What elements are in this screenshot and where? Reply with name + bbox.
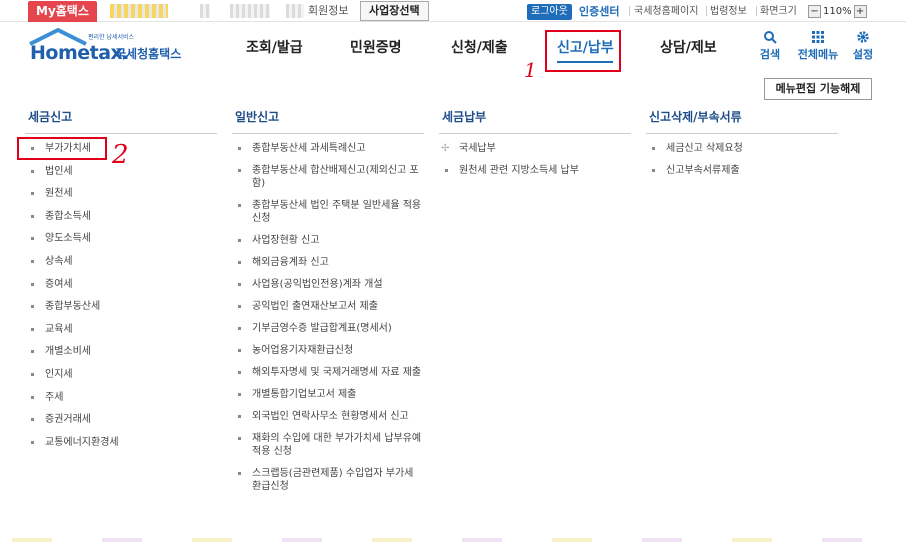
gnb-consult-report[interactable]: 상담/제보 [660,39,717,57]
column-title: 세금납부 [439,110,631,134]
list-item[interactable]: 사업용(공익법인전용)계좌 개설 [232,278,424,291]
menu-item-report-delete-request[interactable]: 세금신고 삭제요청 [646,142,838,155]
menu-item-property-tax[interactable]: 종합부동산세 [25,300,217,323]
list-item[interactable]: 해외투자명세 및 국제거래명세 자료 제출 [232,366,424,379]
menu-edit-toggle-button[interactable]: 메뉴편집 기능해제 [764,78,872,100]
menu-column-general-report: 일반신고 종합부동산세 과세특례신고 종합부동산세 합산배제신고(제외신고 포함… [232,110,424,502]
menu-column-report-delete-docs: 신고삭제/부속서류 세금신고 삭제요청 신고부속서류제출 [646,110,838,186]
zoom-in-button[interactable]: + [853,5,867,18]
divider [629,6,630,16]
highlight-box-report-payment [545,30,621,72]
search-label: 검색 [759,48,781,61]
hometax-logo[interactable]: 편리한 납세서비스 Hometax. 국세청홈택스 [28,28,188,68]
grid-icon [812,31,824,43]
menu-item-excise-tax[interactable]: 개별소비세 [25,345,217,368]
menu-column-tax-payment: 세금납부 국세납부 원천세 관련 지방소득세 납부 [439,110,631,186]
zoom-out-button[interactable]: − [808,5,821,18]
list-item[interactable]: 기부금영수증 발급합계표(명세서) [232,322,424,335]
menu-item-national-tax-payment[interactable]: 국세납부 [439,142,631,155]
list-item[interactable]: 재화의 수입에 대한 부가가치세 납부유예 적용 신청 [232,432,424,458]
cert-center-link[interactable]: 인증센터 [579,4,619,20]
menu-item-transport-energy-tax[interactable]: 교통에너지환경세 [25,436,217,459]
menu-column-tax-report: 세금신고 부가가치세 법인세 원천세 종합소득세 양도소득세 상속세 증여세 종… [25,110,217,458]
screen-size-label: 화면크기 [760,6,797,17]
menu-item-capital-gains-tax[interactable]: 양도소득세 [25,232,217,255]
settings-label: 설정 [852,48,874,61]
menu-item-local-income-tax-payment[interactable]: 원천세 관련 지방소득세 납부 [439,164,631,177]
annotation-step-1: 1 [524,58,537,82]
redacted-area [230,4,270,18]
column-title: 신고삭제/부속서류 [646,110,838,134]
zoom-level: 110% [823,6,852,17]
menu-item-vat[interactable]: 부가가치세 [25,142,217,165]
search-button[interactable]: 검색 [757,30,783,62]
list-item[interactable]: 외국법인 연락사무소 현황명세서 신고 [232,410,424,423]
list-item[interactable]: 해외금융계좌 신고 [232,256,424,269]
menu-item-education-tax[interactable]: 교육세 [25,323,217,346]
my-hometax-tab[interactable]: My홈택스 [28,1,97,22]
menu-item-securities-tax[interactable]: 증권거래세 [25,413,217,436]
member-info-link[interactable]: 회원정보 [308,4,348,18]
menu-item-liquor-tax[interactable]: 주세 [25,391,217,414]
menu-item-gift-tax[interactable]: 증여세 [25,278,217,301]
list-item[interactable]: 종합부동산세 과세특례신고 [232,142,424,155]
list-item[interactable]: 스크랩등(금관련제품) 수입업자 부가세 환급신청 [232,467,424,493]
logo-tagline: 편리한 납세서비스 [88,34,135,41]
all-menu-label: 전체메뉴 [797,48,839,61]
redacted-area [110,4,168,18]
list-item[interactable]: 농어업용기자재환급신청 [232,344,424,357]
menu-item-withholding-tax[interactable]: 원천세 [25,187,217,210]
column-title: 세금신고 [25,110,217,134]
list-item[interactable]: 사업장현황 신고 [232,234,424,247]
gear-icon [857,31,869,43]
gnb-apply-submit[interactable]: 신청/제출 [451,39,508,57]
menu-item-attached-docs-submit[interactable]: 신고부속서류제출 [646,164,838,177]
settings-button[interactable]: 설정 [850,30,876,62]
column-title: 일반신고 [232,110,424,134]
utility-bar: My홈택스 회원정보 사업장선택 로그아웃 인증센터 국세청홈페이지 법령정보 … [0,0,906,22]
menu-item-stamp-tax[interactable]: 인지세 [25,368,217,391]
list-item[interactable]: 공익법인 출연재산보고서 제출 [232,300,424,313]
gnb-civil-certificate[interactable]: 민원증명 [350,39,402,57]
logout-button[interactable]: 로그아웃 [527,4,572,20]
zoom-control: − 110% + [808,4,867,19]
list-item[interactable]: 종합부동산세 법인 주택분 일반세율 적용 신청 [232,199,424,225]
redacted-area [200,4,210,18]
menu-item-corporate-tax[interactable]: 법인세 [25,165,217,188]
bottom-edge [12,538,906,542]
nts-homepage-link[interactable]: 국세청홈페이지 [634,5,698,19]
redacted-area [286,4,304,18]
law-info-link[interactable]: 법령정보 [710,5,747,19]
business-select-button[interactable]: 사업장선택 [360,1,429,21]
divider [756,6,757,16]
list-item[interactable]: 종합부동산세 합산배제신고(제외신고 포함) [232,164,424,190]
search-icon [764,31,777,44]
divider [706,6,707,16]
menu-item-inheritance-tax[interactable]: 상속세 [25,255,217,278]
logo-korean-name: 국세청홈택스 [115,47,182,61]
menu-item-income-tax[interactable]: 종합소득세 [25,210,217,233]
list-item[interactable]: 개별통합기업보고서 제출 [232,388,424,401]
gnb-inquiry-issue[interactable]: 조회/발급 [246,39,303,57]
all-menu-button[interactable]: 전체메뉴 [793,30,843,62]
